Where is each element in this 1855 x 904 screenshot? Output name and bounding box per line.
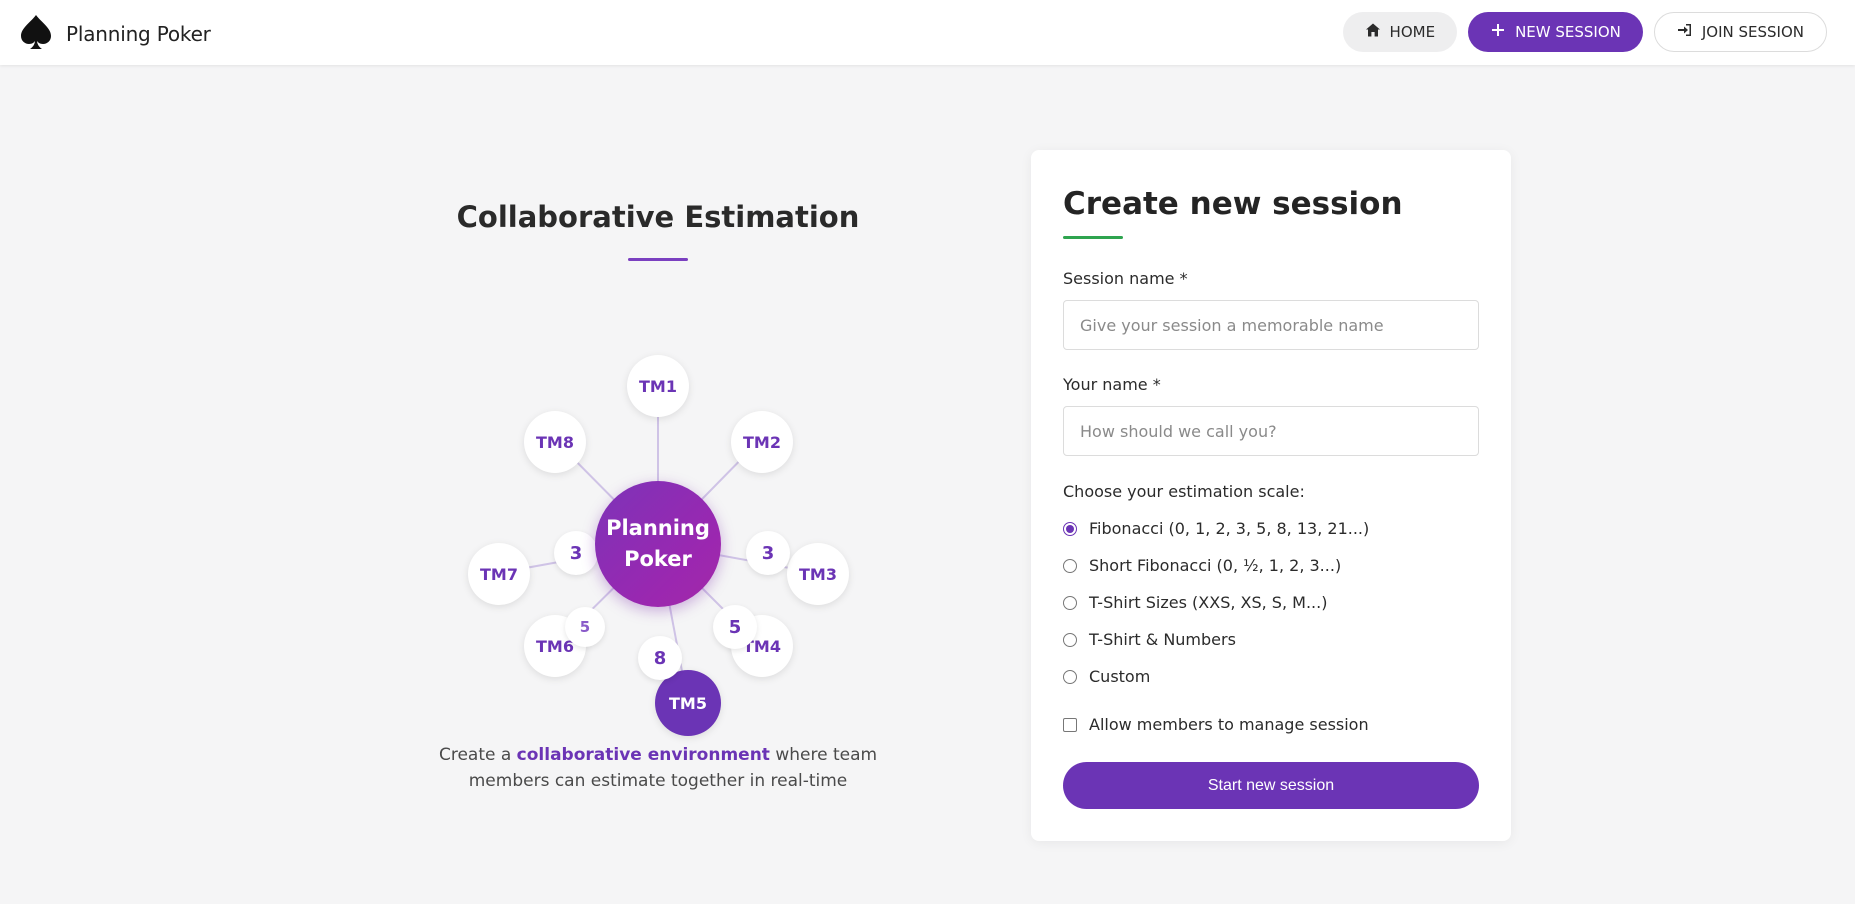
hero-underline <box>628 258 688 261</box>
join-session-label: JOIN SESSION <box>1701 23 1804 41</box>
scale-option-tshirt[interactable]: T-Shirt Sizes (XXS, XS, S, M...) <box>1063 593 1327 612</box>
planning-poker-center: Planning Poker <box>595 481 721 607</box>
top-nav: HOME NEW SESSION JOIN SESSION <box>1342 12 1827 52</box>
member-tm8[interactable]: TM8 <box>524 411 586 473</box>
your-name-label: Your name * <box>1063 375 1161 394</box>
scale-label: Choose your estimation scale: <box>1063 482 1305 501</box>
join-session-button[interactable]: JOIN SESSION <box>1653 12 1827 52</box>
member-tm3[interactable]: TM3 <box>787 543 849 605</box>
radio-button[interactable] <box>1063 669 1077 684</box>
scale-option-custom[interactable]: Custom <box>1063 667 1150 686</box>
home-icon <box>1365 22 1381 42</box>
vote-chip: 5 <box>713 605 757 649</box>
home-label: HOME <box>1389 23 1436 41</box>
scale-option-label: T-Shirt & Numbers <box>1089 630 1236 649</box>
your-name-input[interactable] <box>1063 406 1479 456</box>
create-session-card: Create new session Session name * Your n… <box>1031 150 1511 841</box>
home-button[interactable]: HOME <box>1342 12 1458 52</box>
scale-option-short-fibonacci[interactable]: Short Fibonacci (0, ½, 1, 2, 3...) <box>1063 556 1341 575</box>
member-tm1[interactable]: TM1 <box>627 355 689 417</box>
scale-option-label: Short Fibonacci (0, ½, 1, 2, 3...) <box>1089 556 1342 575</box>
vote-chip: 8 <box>638 636 682 680</box>
plus-icon <box>1490 22 1506 42</box>
new-session-button[interactable]: NEW SESSION <box>1468 12 1643 52</box>
center-line-2: Poker <box>624 547 692 571</box>
radio-button[interactable] <box>1063 521 1077 536</box>
sign-in-icon <box>1677 22 1693 42</box>
scale-option-fibonacci[interactable]: Fibonacci (0, 1, 2, 3, 5, 8, 13, 21...) <box>1063 519 1369 538</box>
start-session-button[interactable]: Start new session <box>1063 762 1479 809</box>
hero-description: Create a collaborative environment where… <box>398 742 918 794</box>
form-title: Create new session <box>1063 186 1403 222</box>
new-session-label: NEW SESSION <box>1515 23 1621 41</box>
hero-title: Collaborative Estimation <box>456 200 860 234</box>
radio-button[interactable] <box>1063 632 1077 647</box>
top-bar: Planning Poker HOME NEW SESSION JOIN SES… <box>0 0 1855 65</box>
desc-highlight: collaborative environment <box>516 745 770 765</box>
scale-option-tshirt-numbers[interactable]: T-Shirt & Numbers <box>1063 630 1236 649</box>
brand[interactable]: Planning Poker <box>18 13 211 55</box>
app-title: Planning Poker <box>66 22 211 46</box>
radio-button[interactable] <box>1063 558 1077 573</box>
radio-button[interactable] <box>1063 595 1077 610</box>
allow-manage-option[interactable]: Allow members to manage session <box>1063 715 1369 734</box>
member-tm2[interactable]: TM2 <box>731 411 793 473</box>
vote-chip: 3 <box>746 531 790 575</box>
vote-chip: 5 <box>565 607 605 647</box>
allow-manage-checkbox[interactable] <box>1063 717 1077 732</box>
form-title-underline <box>1063 236 1123 239</box>
desc-before: Create a <box>438 745 517 765</box>
team-wheel: TM1 TM2 TM3 TM4 TM5 TM6 TM7 TM8 3 3 5 8 … <box>460 340 860 750</box>
session-name-input[interactable] <box>1063 300 1479 350</box>
scale-option-label: T-Shirt Sizes (XXS, XS, S, M...) <box>1089 593 1328 612</box>
scale-option-label: Custom <box>1089 667 1151 686</box>
center-line-1: Planning <box>606 516 710 540</box>
member-tm7[interactable]: TM7 <box>468 543 530 605</box>
member-tm5[interactable]: TM5 <box>655 670 721 736</box>
scale-option-label: Fibonacci (0, 1, 2, 3, 5, 8, 13, 21...) <box>1089 519 1370 538</box>
allow-manage-label: Allow members to manage session <box>1089 715 1369 734</box>
spade-logo-icon <box>18 13 54 55</box>
session-name-label: Session name * <box>1063 269 1188 288</box>
vote-chip: 3 <box>554 531 598 575</box>
